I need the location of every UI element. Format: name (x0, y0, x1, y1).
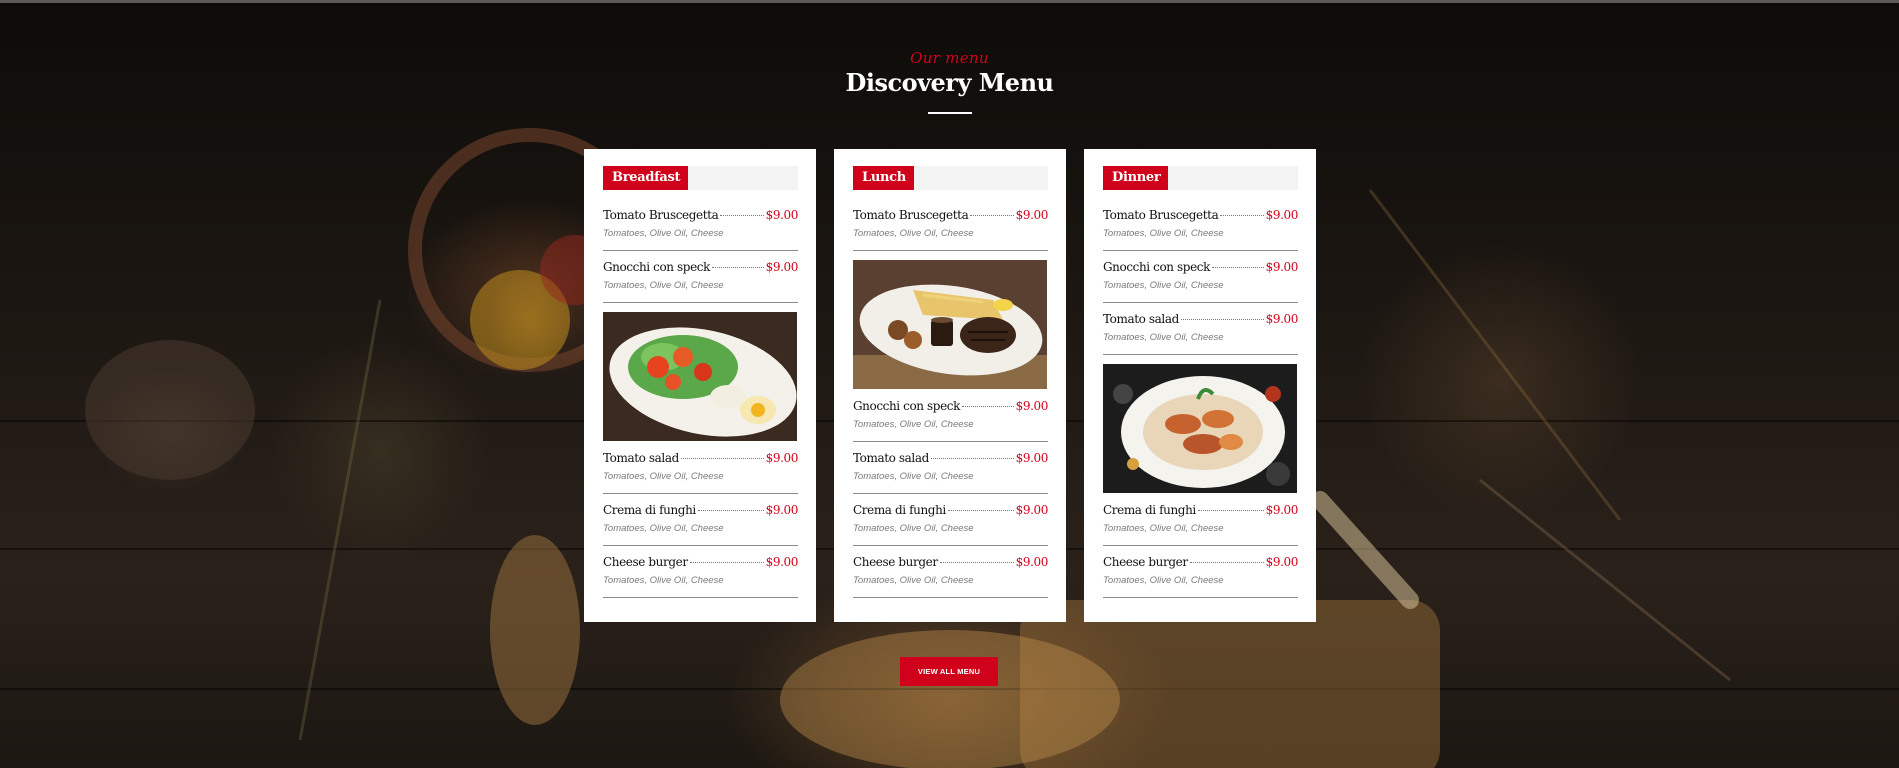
dot-leader (711, 267, 764, 268)
dot-leader (1189, 562, 1264, 563)
item-description: Tomatoes, Olive Oil, Cheese (853, 419, 974, 430)
menu-item: Crema di funghi $9.00 Tomatoes, Olive Oil… (1103, 503, 1298, 546)
item-price: $9.00 (1265, 208, 1299, 222)
item-description: Tomatoes, Olive Oil, Cheese (853, 523, 974, 534)
item-price: $9.00 (1015, 555, 1049, 569)
item-description: Tomatoes, Olive Oil, Cheese (853, 575, 974, 586)
dot-leader (720, 215, 764, 216)
dot-leader (930, 458, 1014, 459)
section-header: Our menu Discovery Menu (0, 49, 1899, 114)
item-price: $9.00 (765, 503, 799, 517)
menu-item: Tomato Bruscegetta $9.00 Tomatoes, Olive … (603, 208, 798, 251)
item-price: $9.00 (1265, 555, 1299, 569)
item-description: Tomatoes, Olive Oil, Cheese (603, 228, 724, 239)
item-description: Tomatoes, Olive Oil, Cheese (603, 575, 724, 586)
seafood-photo (1103, 364, 1297, 493)
item-name: Tomato Bruscegetta (1103, 208, 1219, 222)
item-description: Tomatoes, Olive Oil, Cheese (1103, 575, 1224, 586)
steak-photo (853, 260, 1047, 389)
menu-item: Tomato salad $9.00 Tomatoes, Olive Oil, C… (603, 451, 798, 494)
item-name: Gnocchi con speck (853, 399, 960, 413)
card-header: Breadfast (603, 166, 798, 190)
dot-leader (697, 510, 764, 511)
item-description: Tomatoes, Olive Oil, Cheese (1103, 523, 1224, 534)
dot-leader (947, 510, 1014, 511)
item-name: Crema di funghi (1103, 503, 1196, 517)
item-description: Tomatoes, Olive Oil, Cheese (853, 471, 974, 482)
item-price: $9.00 (765, 260, 799, 274)
item-name: Tomato Bruscegetta (853, 208, 969, 222)
menu-item: Tomato salad $9.00 Tomatoes, Olive Oil, C… (853, 451, 1048, 494)
view-all-menu-button[interactable]: VIEW ALL MENU (900, 657, 998, 686)
item-price: $9.00 (1015, 503, 1049, 517)
card-label: Dinner (1103, 166, 1169, 190)
item-description: Tomatoes, Olive Oil, Cheese (1103, 332, 1224, 343)
menu-card-dinner: Dinner Tomato Bruscegetta $9.00 Tomatoes,… (1084, 149, 1316, 622)
item-name: Tomato salad (603, 451, 679, 465)
item-price: $9.00 (1015, 208, 1049, 222)
menu-item: Cheese burger $9.00 Tomatoes, Olive Oil, … (1103, 555, 1298, 598)
item-price: $9.00 (1265, 503, 1299, 517)
card-label: Lunch (853, 166, 914, 190)
item-name: Tomato Bruscegetta (603, 208, 719, 222)
item-name: Cheese burger (603, 555, 688, 569)
dot-leader (970, 215, 1014, 216)
dot-leader (939, 562, 1014, 563)
item-name: Cheese burger (853, 555, 938, 569)
item-price: $9.00 (1015, 451, 1049, 465)
menu-card-breakfast: Breadfast Tomato Bruscegetta $9.00 Tomato… (584, 149, 816, 622)
item-description: Tomatoes, Olive Oil, Cheese (1103, 228, 1224, 239)
menu-item: Gnocchi con speck $9.00 Tomatoes, Olive O… (1103, 260, 1298, 303)
dot-leader (1197, 510, 1264, 511)
card-label: Breadfast (603, 166, 689, 190)
item-price: $9.00 (765, 208, 799, 222)
item-description: Tomatoes, Olive Oil, Cheese (603, 280, 724, 291)
menu-item: Cheese burger $9.00 Tomatoes, Olive Oil, … (853, 555, 1048, 598)
menu-item: Crema di funghi $9.00 Tomatoes, Olive Oil… (603, 503, 798, 546)
item-description: Tomatoes, Olive Oil, Cheese (603, 523, 724, 534)
item-name: Cheese burger (1103, 555, 1188, 569)
dot-leader (689, 562, 764, 563)
menu-card-lunch: Lunch Tomato Bruscegetta $9.00 Tomatoes, … (834, 149, 1066, 622)
menu-item: Tomato salad $9.00 Tomatoes, Olive Oil, C… (1103, 312, 1298, 355)
item-description: Tomatoes, Olive Oil, Cheese (1103, 280, 1224, 291)
card-header: Lunch (853, 166, 1048, 190)
menu-item: Tomato Bruscegetta $9.00 Tomatoes, Olive … (1103, 208, 1298, 251)
item-name: Gnocchi con speck (1103, 260, 1210, 274)
top-border (0, 0, 1899, 3)
item-name: Tomato salad (853, 451, 929, 465)
item-description: Tomatoes, Olive Oil, Cheese (853, 228, 974, 239)
item-price: $9.00 (1015, 399, 1049, 413)
dot-leader (680, 458, 764, 459)
salad-photo (603, 312, 797, 441)
card-header: Dinner (1103, 166, 1298, 190)
dot-leader (1220, 215, 1264, 216)
dot-leader (1180, 319, 1264, 320)
menu-item: Tomato Bruscegetta $9.00 Tomatoes, Olive … (853, 208, 1048, 251)
item-price: $9.00 (1265, 260, 1299, 274)
dot-leader (1211, 267, 1264, 268)
item-name: Tomato salad (1103, 312, 1179, 326)
section-title: Discovery Menu (845, 68, 1054, 97)
dot-leader (961, 406, 1014, 407)
menu-item: Gnocchi con speck $9.00 Tomatoes, Olive O… (853, 399, 1048, 442)
section-subtitle: Our menu (910, 49, 989, 67)
item-price: $9.00 (765, 555, 799, 569)
item-name: Gnocchi con speck (603, 260, 710, 274)
menu-item: Gnocchi con speck $9.00 Tomatoes, Olive O… (603, 260, 798, 303)
item-price: $9.00 (1265, 312, 1299, 326)
item-price: $9.00 (765, 451, 799, 465)
menu-item: Crema di funghi $9.00 Tomatoes, Olive Oil… (853, 503, 1048, 546)
title-divider (927, 112, 972, 114)
menu-item: Cheese burger $9.00 Tomatoes, Olive Oil, … (603, 555, 798, 598)
item-description: Tomatoes, Olive Oil, Cheese (603, 471, 724, 482)
item-name: Crema di funghi (603, 503, 696, 517)
item-name: Crema di funghi (853, 503, 946, 517)
